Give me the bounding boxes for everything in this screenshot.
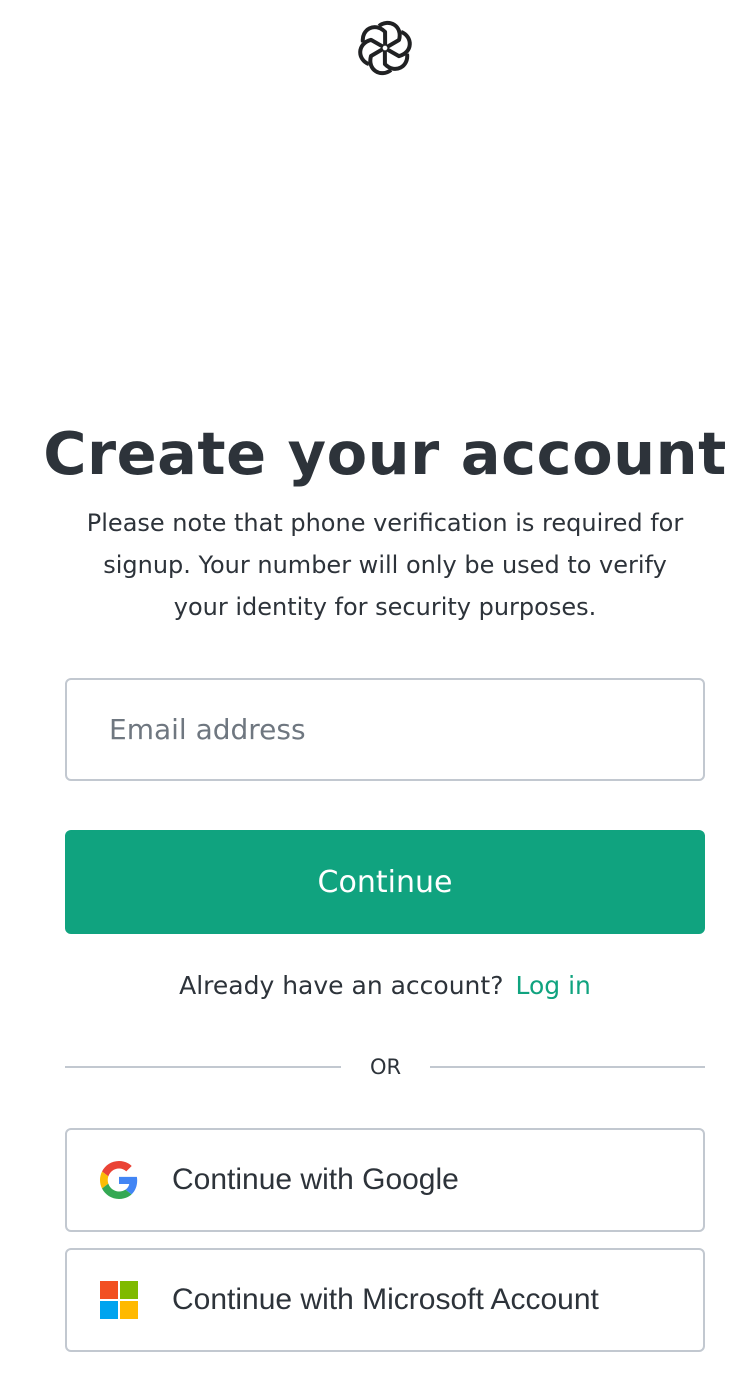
continue-button[interactable]: Continue [65, 830, 705, 934]
login-prompt: Already have an account? Log in [0, 966, 747, 1006]
google-icon [100, 1161, 138, 1199]
note-line-3: your identity for security purposes. [173, 593, 597, 621]
continue-with-google-button[interactable]: Continue with Google [65, 1128, 705, 1232]
login-link[interactable]: Log in [515, 971, 590, 1000]
note-line-2: signup. Your number will only be used to… [103, 551, 667, 579]
divider-line-left [65, 1066, 341, 1068]
openai-logo-icon [353, 16, 417, 80]
microsoft-icon [100, 1281, 138, 1319]
phone-verification-note: Please note that phone verification is r… [60, 502, 710, 628]
note-line-1: Please note that phone verification is r… [86, 509, 684, 537]
or-divider-label: OR [369, 1055, 402, 1079]
openai-logo-svg [358, 20, 412, 76]
divider-line-right [430, 1066, 705, 1068]
google-button-label: Continue with Google [172, 1163, 459, 1196]
login-prompt-text: Already have an account? [179, 971, 504, 1000]
email-input[interactable] [65, 678, 705, 781]
microsoft-button-label: Continue with Microsoft Account [172, 1283, 599, 1316]
page-title: Create your account [43, 419, 727, 488]
continue-with-microsoft-button[interactable]: Continue with Microsoft Account [65, 1248, 705, 1352]
